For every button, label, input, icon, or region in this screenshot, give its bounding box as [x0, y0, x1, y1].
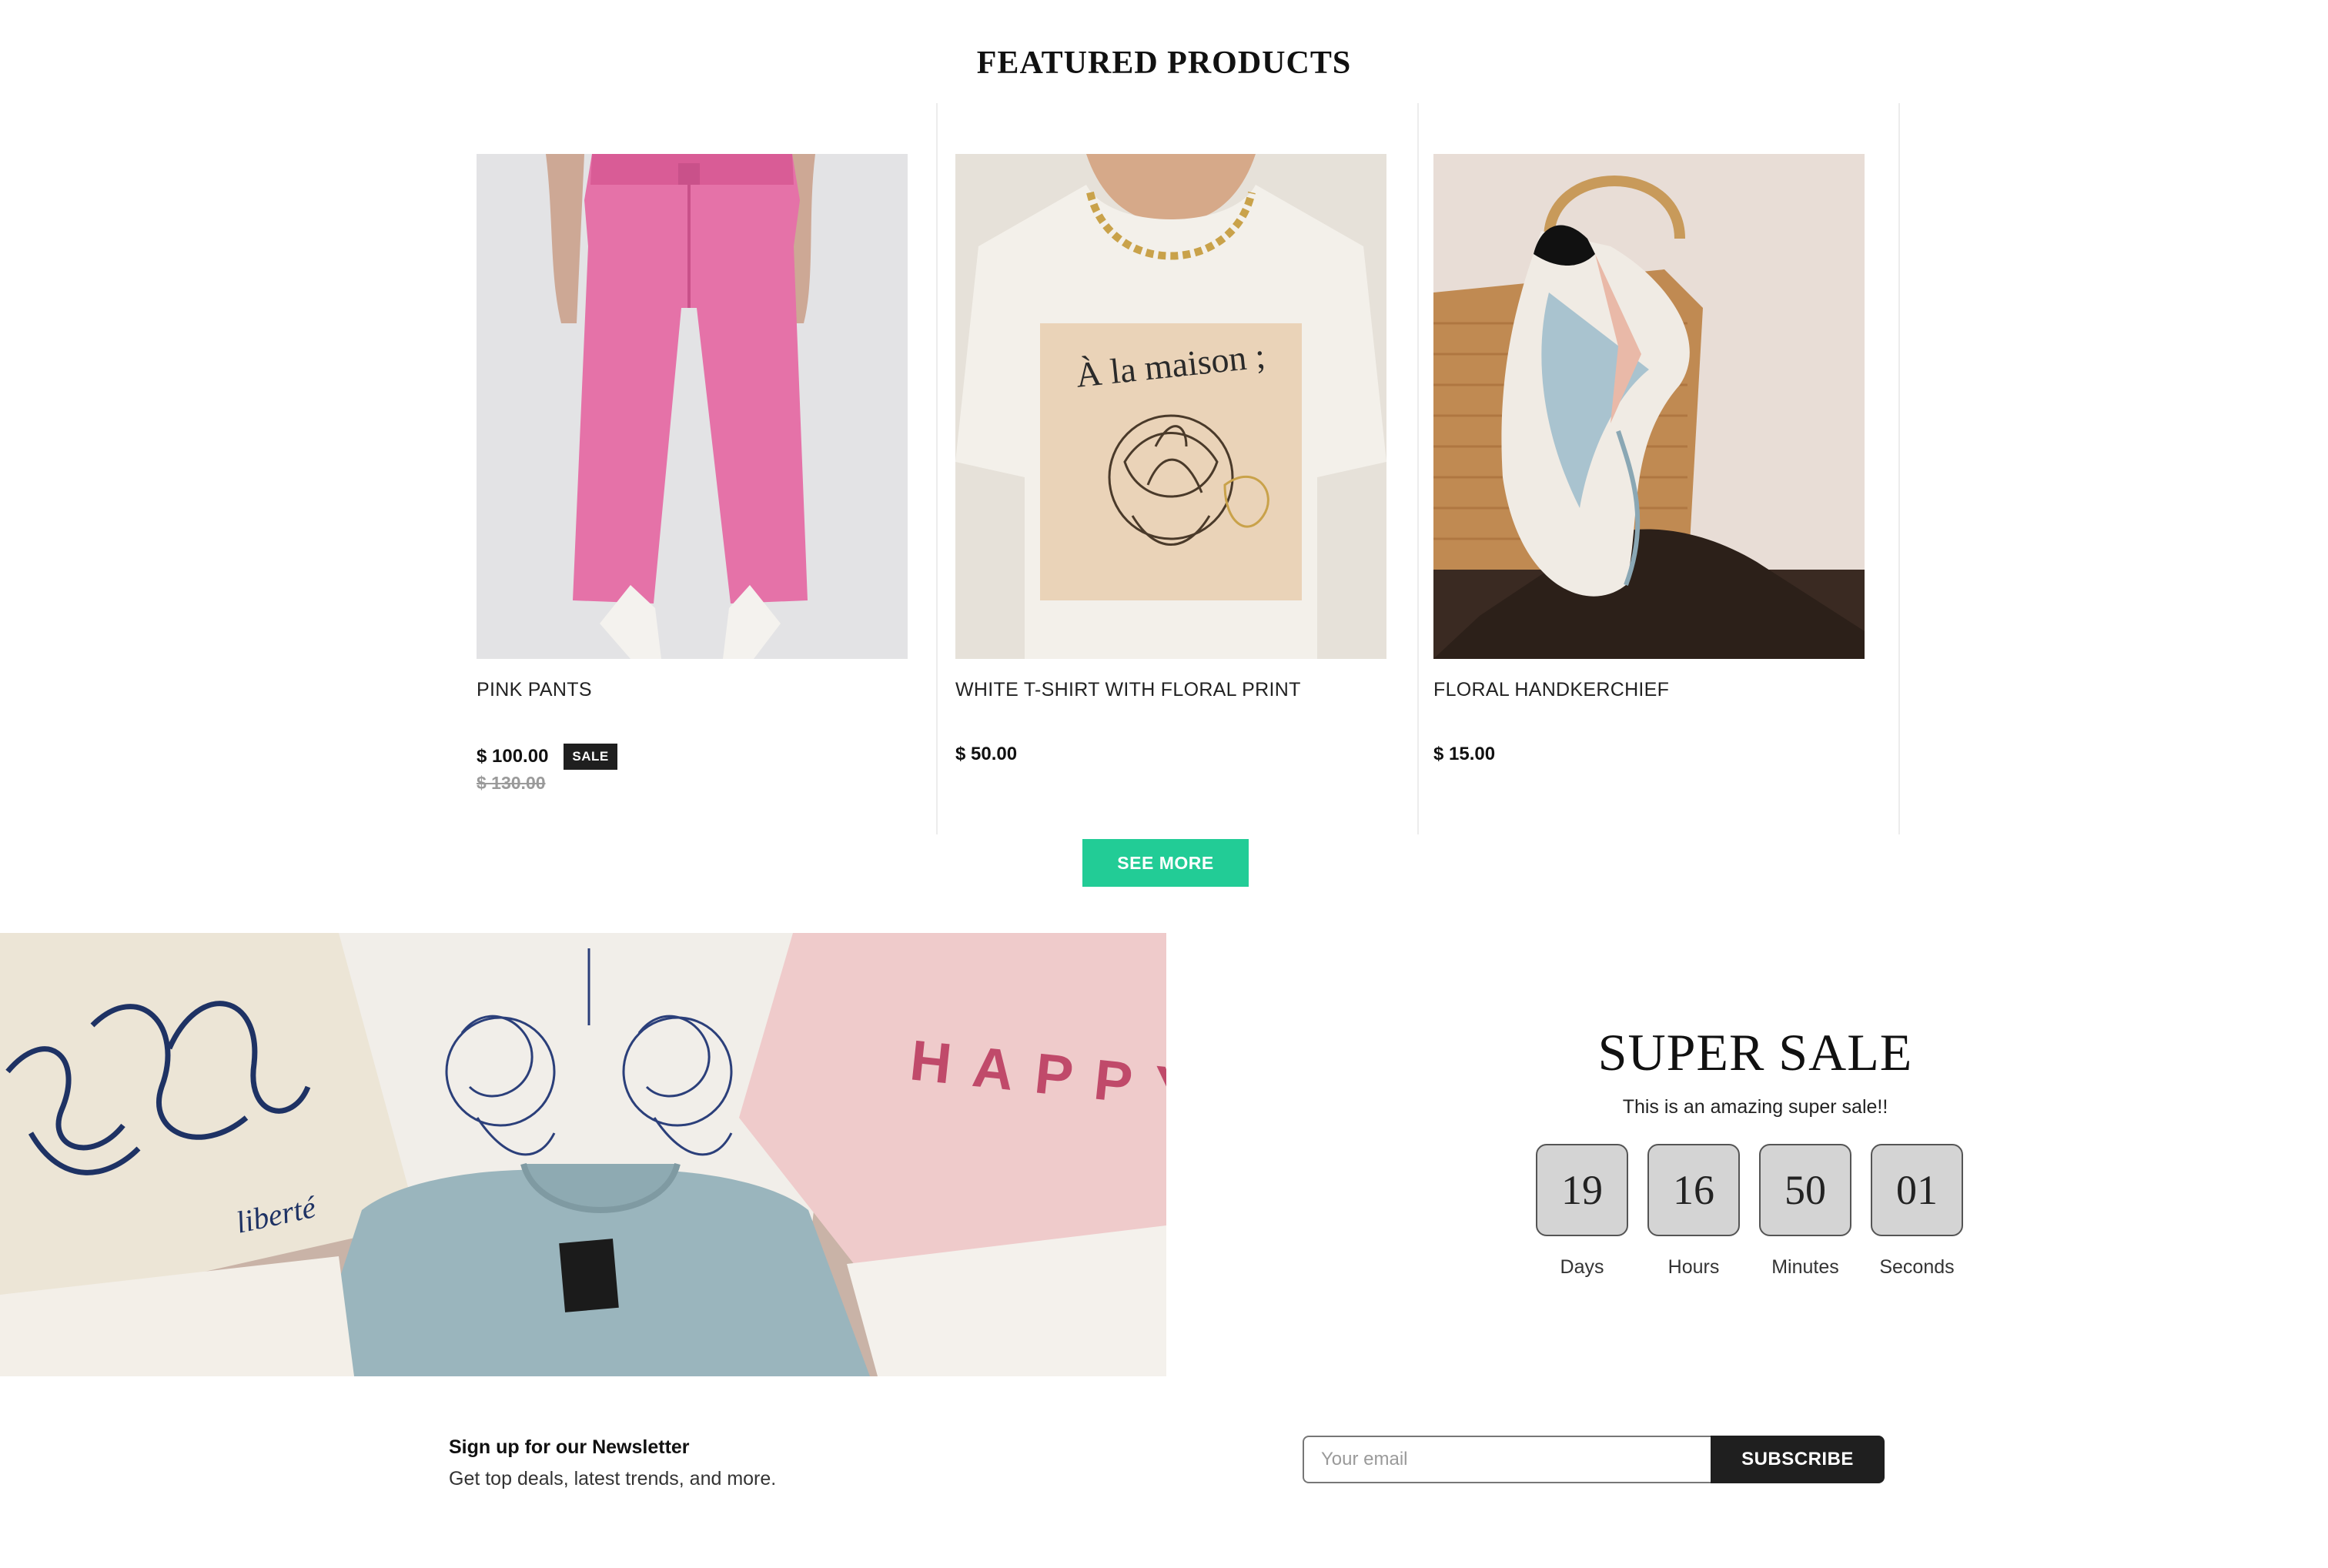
price-row: $ 100.00 SALE — [477, 744, 617, 770]
floral-handkerchief-photo[interactable] — [1433, 154, 1865, 659]
product-card-pink-pants[interactable]: PINK PANTS $ 100.00 SALE $ 130.00 — [477, 154, 908, 793]
see-more-button[interactable]: SEE MORE — [1082, 839, 1249, 887]
super-sale-subtitle: This is an amazing super sale!! — [1622, 1096, 1888, 1118]
folded-tshirts-photo: liberté HAPPY — [0, 933, 1166, 1376]
countdown-value: 16 — [1647, 1144, 1740, 1236]
countdown-timer: 19 Days 16 Hours 50 Minutes 01 Seconds — [1536, 1144, 1963, 1279]
newsletter-form: SUBSCRIBE — [1303, 1436, 1885, 1483]
countdown-value: 19 — [1536, 1144, 1628, 1236]
product-price: $ 100.00 — [477, 746, 549, 767]
product-price: $ 50.00 — [955, 744, 1018, 764]
newsletter-info: Sign up for our Newsletter Get top deals… — [449, 1436, 776, 1490]
product-grid: PINK PANTS $ 100.00 SALE $ 130.00 À la m… — [0, 0, 2328, 847]
countdown-value: 50 — [1759, 1144, 1851, 1236]
super-sale-title: SUPER SALE — [1597, 1023, 1913, 1082]
column-divider — [936, 103, 938, 834]
original-price: $ 130.00 — [477, 773, 546, 793]
product-card-white-tshirt[interactable]: À la maison ; WHITE T-SHIRT WITH FLORAL … — [955, 154, 1386, 764]
email-input[interactable] — [1303, 1436, 1711, 1483]
price-row: $ 15.00 — [1433, 744, 1495, 765]
column-divider — [1898, 103, 1900, 834]
countdown-seconds: 01 Seconds — [1871, 1144, 1963, 1279]
pink-pants-photo[interactable] — [477, 154, 908, 659]
countdown-value: 01 — [1871, 1144, 1963, 1236]
sale-badge: SALE — [564, 744, 617, 770]
countdown-label: Seconds — [1879, 1256, 1955, 1278]
countdown-days: 19 Days — [1536, 1144, 1628, 1279]
product-card-floral-handkerchief[interactable]: FLORAL HANDKERCHIEF $ 15.00 — [1433, 154, 1865, 764]
newsletter-title: Sign up for our Newsletter — [449, 1436, 690, 1458]
subscribe-button[interactable]: SUBSCRIBE — [1711, 1436, 1885, 1483]
countdown-label: Minutes — [1771, 1256, 1839, 1278]
product-name[interactable]: WHITE T-SHIRT WITH FLORAL PRINT — [955, 679, 1386, 701]
countdown-label: Days — [1560, 1256, 1604, 1278]
newsletter-subtitle: Get top deals, latest trends, and more. — [449, 1468, 777, 1489]
product-price: $ 15.00 — [1433, 744, 1496, 764]
product-name[interactable]: FLORAL HANDKERCHIEF — [1433, 679, 1865, 701]
countdown-hours: 16 Hours — [1647, 1144, 1740, 1279]
product-name[interactable]: PINK PANTS — [477, 679, 908, 701]
column-divider — [1417, 103, 1419, 834]
white-tshirt-photo[interactable]: À la maison ; — [955, 154, 1386, 659]
price-row: $ 50.00 — [955, 744, 1017, 765]
countdown-minutes: 50 Minutes — [1759, 1144, 1851, 1279]
countdown-label: Hours — [1667, 1256, 1720, 1278]
